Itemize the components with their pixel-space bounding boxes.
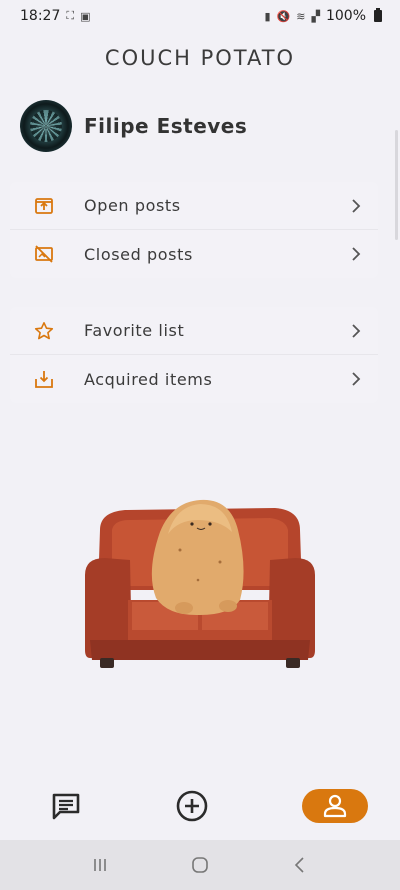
menu-item-open-posts[interactable]: Open posts (10, 182, 378, 230)
menu-label: Favorite list (84, 321, 185, 340)
menu-item-favorite-list[interactable]: Favorite list (10, 307, 378, 355)
nav-add[interactable] (175, 789, 209, 823)
screenshot-icon: ⛶ (66, 9, 75, 22)
status-bar: 18:27 ⛶ ▣ ▮ 🔇 ≋ ▞ 100% (0, 0, 400, 32)
person-icon (323, 794, 347, 818)
menu-item-acquired-items[interactable]: Acquired items (10, 355, 378, 403)
signal-icon: ▞ (311, 9, 320, 23)
download-tray-icon (34, 369, 54, 389)
profile-header: Filipe Esteves (20, 100, 247, 152)
battery-icon (374, 8, 382, 22)
nav-profile[interactable] (302, 789, 368, 823)
mute-icon: 🔇 (276, 9, 291, 23)
recent-apps-icon[interactable] (90, 855, 110, 875)
upload-box-icon (34, 196, 54, 216)
chat-icon (52, 793, 80, 820)
chevron-right-icon (352, 324, 361, 338)
home-icon[interactable] (190, 855, 210, 875)
screen-record-icon: ▣ (80, 9, 91, 23)
scrollbar[interactable] (395, 130, 398, 240)
status-time: 18:27 (20, 8, 61, 24)
system-navigation-bar (0, 840, 400, 890)
battery-percentage: 100% (325, 8, 366, 24)
chevron-right-icon (352, 199, 361, 213)
lock-icon: ▮ (264, 9, 271, 23)
menu-label: Closed posts (84, 244, 193, 264)
wifi-icon: ≋ (296, 9, 306, 23)
slashed-image-icon (34, 244, 54, 264)
bottom-navigation (0, 776, 400, 836)
star-outline-icon (34, 321, 54, 341)
nav-chat[interactable] (50, 790, 82, 822)
avatar (20, 100, 72, 152)
posts-menu-group: Open posts Closed posts (10, 182, 378, 278)
menu-label: Acquired items (84, 369, 213, 389)
chevron-right-icon (352, 372, 361, 386)
menu-item-closed-posts[interactable]: Closed posts (10, 230, 378, 278)
chevron-right-icon (352, 247, 361, 261)
back-icon[interactable] (290, 855, 310, 875)
couch-potato-illustration (85, 499, 315, 668)
app-title: COUCH POTATO (104, 46, 296, 70)
menu-label: Open posts (84, 196, 181, 215)
lists-menu-group: Favorite list Acquired items (10, 307, 378, 403)
add-circle-icon (176, 790, 208, 822)
profile-name: Filipe Esteves (84, 114, 248, 138)
